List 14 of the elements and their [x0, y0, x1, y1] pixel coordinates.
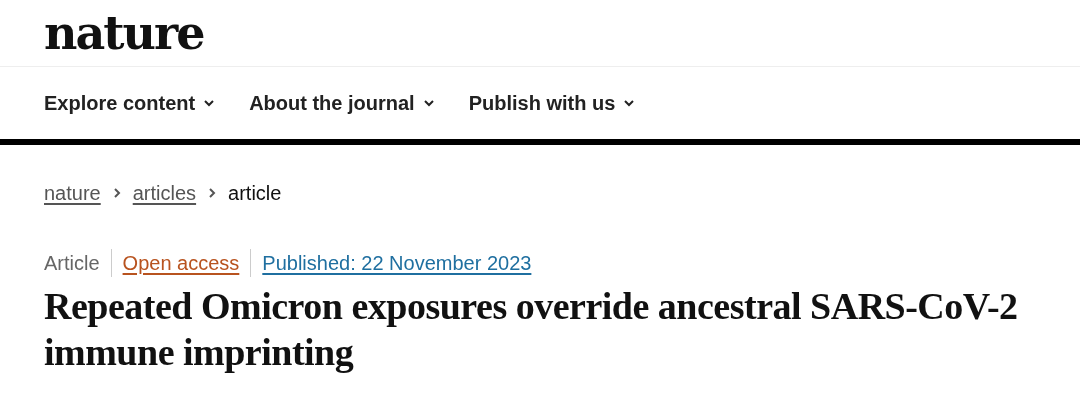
chevron-down-icon: [203, 97, 216, 109]
breadcrumb-link[interactable]: nature: [44, 181, 101, 205]
chevron-down-icon: [623, 97, 636, 109]
breadcrumb-current: article: [228, 181, 282, 205]
nav-menu-button[interactable]: Explore content: [44, 91, 216, 115]
chevron-down-icon: [422, 97, 435, 109]
access-link[interactable]: Open access: [110, 249, 251, 277]
site-logo[interactable]: nature: [44, 6, 1036, 60]
nav-menu-button[interactable]: About the journal: [249, 91, 435, 115]
article-type: Article: [44, 251, 101, 276]
breadcrumb-link[interactable]: articles: [132, 181, 197, 205]
nav-menu-button[interactable]: Publish with us: [468, 91, 636, 115]
publish-date-link[interactable]: Published: 22 November 2023: [250, 249, 543, 277]
article-title: Repeated Omicron exposures override ancestral SARS-CoV-2 immune imprinting: [44, 284, 1019, 375]
